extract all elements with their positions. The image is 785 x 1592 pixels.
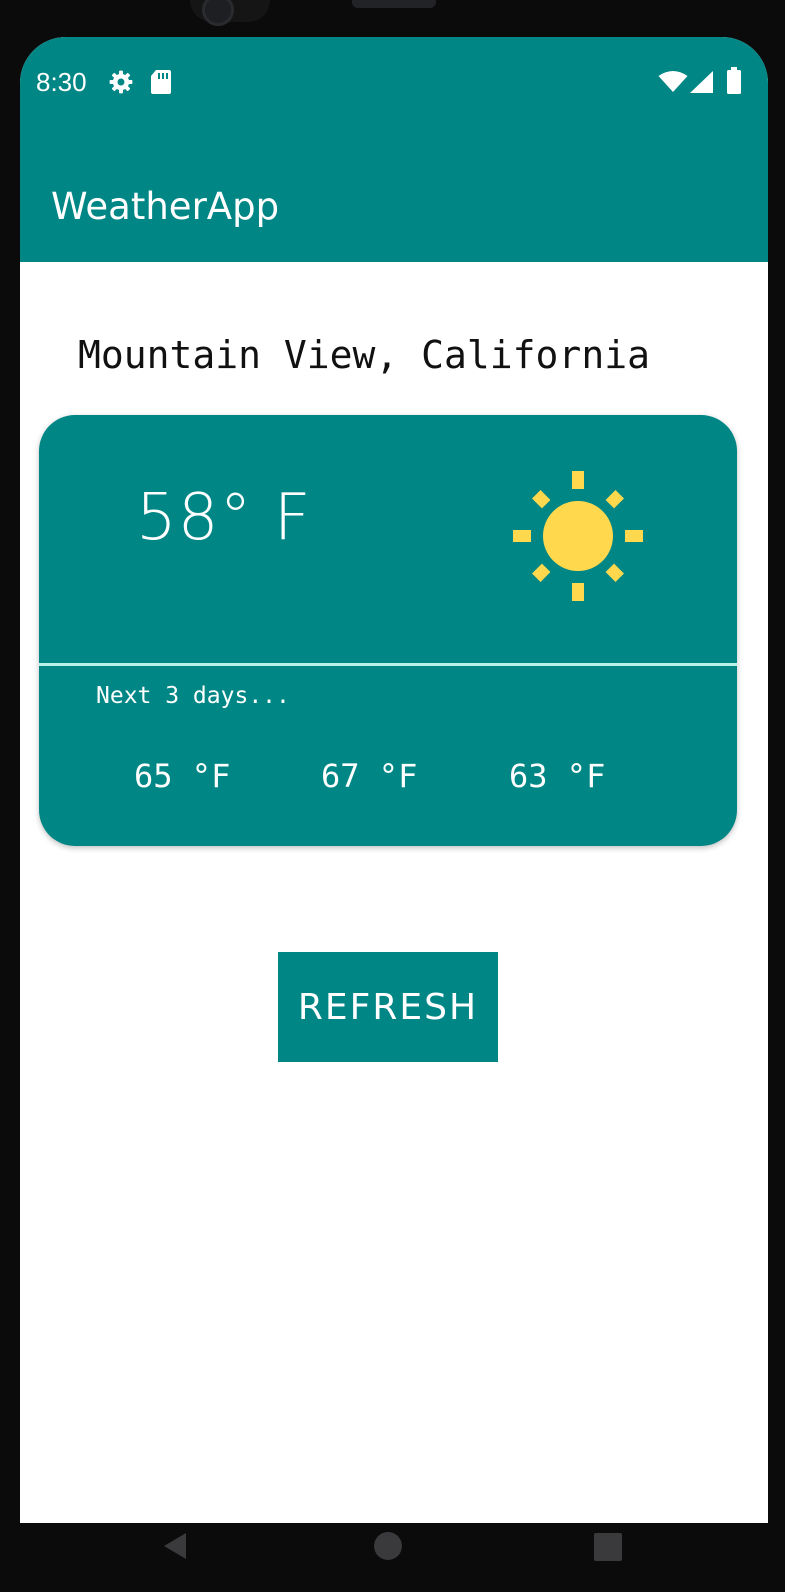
sd-card-icon [150, 69, 172, 100]
screen: 8:30 WeatherApp Mountain View, Californi… [20, 37, 768, 1523]
recents-icon[interactable] [594, 1533, 622, 1566]
forecast-day-1-temperature: 65 °F [134, 757, 231, 795]
wifi-icon [658, 71, 688, 98]
app-bar: 8:30 WeatherApp [20, 37, 768, 262]
sun-icon [513, 471, 643, 606]
phone-frame: 8:30 WeatherApp Mountain View, Californi… [0, 0, 785, 1592]
weather-card: 58° F Next 3 days... 65 °F 67 °F 63 °F [39, 415, 737, 846]
navigation-bar [0, 1523, 785, 1592]
refresh-button[interactable]: REFRESH [278, 952, 498, 1062]
location-title: Mountain View, California [78, 333, 650, 377]
forecast-day-2-temperature: 67 °F [321, 757, 418, 795]
card-divider [39, 663, 737, 666]
status-bar: 8:30 [20, 65, 768, 105]
gear-icon [108, 69, 134, 100]
back-icon[interactable] [160, 1531, 190, 1566]
forecast-day-3-temperature: 63 °F [509, 757, 606, 795]
battery-icon [726, 67, 742, 100]
forecast-label: Next 3 days... [96, 683, 290, 709]
current-temperature: 58° F [136, 481, 312, 555]
earpiece-speaker [352, 0, 436, 8]
app-title: WeatherApp [51, 185, 280, 228]
status-time: 8:30 [36, 67, 87, 97]
forecast-row: 65 °F 67 °F 63 °F [39, 757, 737, 797]
front-camera [202, 0, 234, 26]
home-icon[interactable] [373, 1531, 403, 1566]
cellular-signal-icon [690, 71, 714, 98]
